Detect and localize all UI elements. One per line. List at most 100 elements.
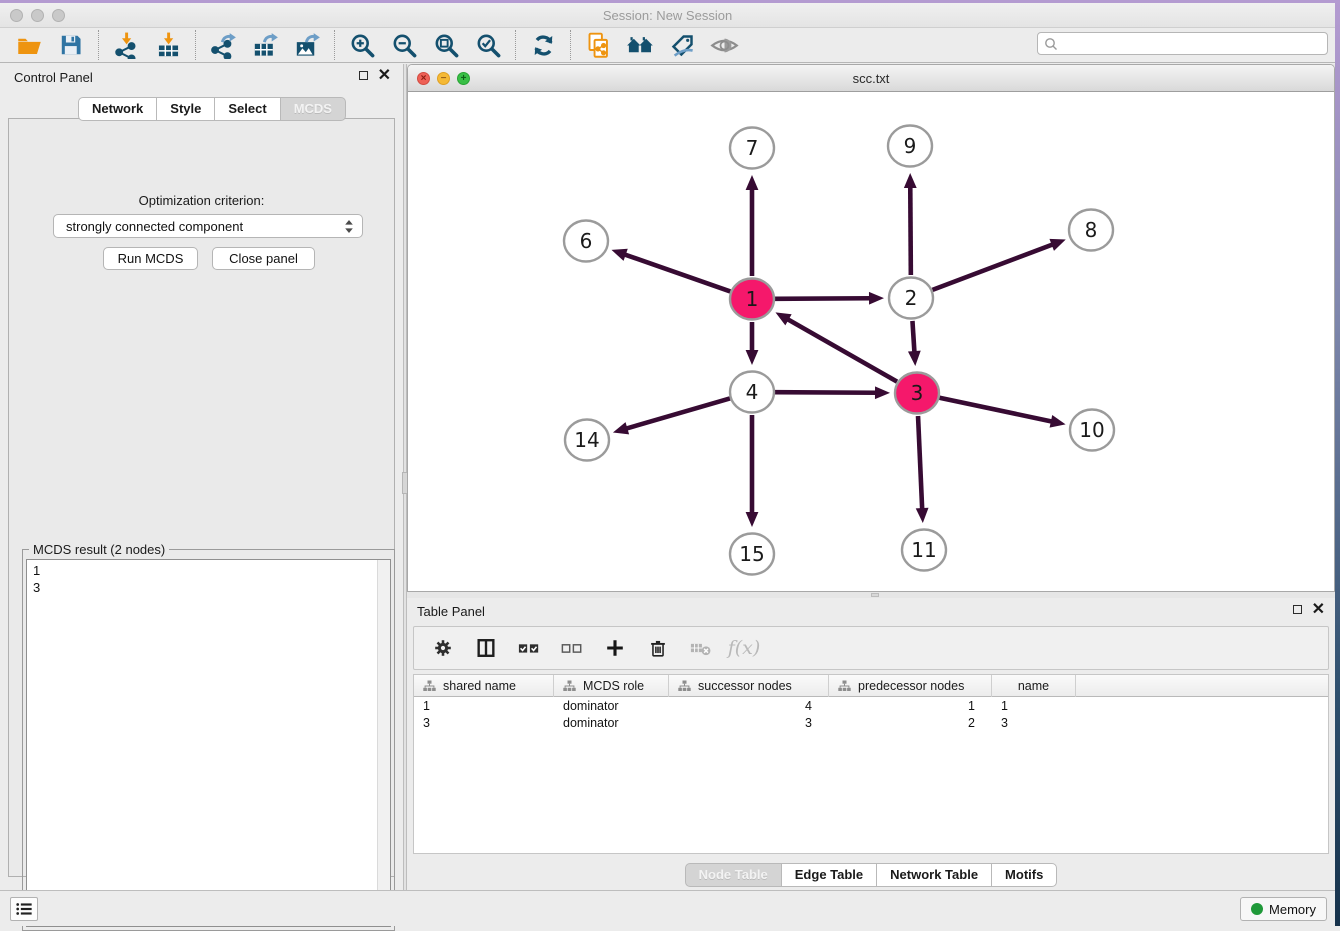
- node-3[interactable]: 3: [895, 373, 939, 414]
- node-8[interactable]: 8: [1069, 210, 1113, 251]
- edge-1-4[interactable]: [746, 322, 759, 365]
- column-header-shared-name[interactable]: shared name: [414, 675, 554, 697]
- node-1[interactable]: 1: [730, 279, 774, 320]
- edge-1-7[interactable]: [746, 175, 759, 276]
- mcds-result-area[interactable]: 1 3: [26, 559, 391, 927]
- edge-3-11[interactable]: [916, 416, 929, 523]
- svg-text:4: 4: [746, 380, 759, 404]
- column-header-name[interactable]: name: [992, 675, 1076, 697]
- horizontal-divider-grip[interactable]: [871, 593, 879, 597]
- node-9[interactable]: 9: [888, 126, 932, 167]
- export-image-button[interactable]: [286, 29, 328, 61]
- close-panel-icon[interactable]: ✕: [378, 70, 391, 81]
- delete-row-icon: [647, 637, 669, 659]
- table-cell: dominator: [554, 697, 669, 714]
- column-type-icon: [563, 680, 576, 692]
- save-session-button[interactable]: [50, 29, 92, 61]
- edge-2-3[interactable]: [908, 321, 921, 366]
- table-row[interactable]: 1dominator411: [414, 697, 1328, 714]
- node-10[interactable]: 10: [1070, 410, 1114, 451]
- export-table-icon: [252, 32, 279, 59]
- tab-style[interactable]: Style: [156, 97, 215, 121]
- svg-text:10: 10: [1079, 418, 1104, 442]
- tab-network[interactable]: Network: [78, 97, 157, 121]
- table-cell: dominator: [554, 714, 669, 731]
- tab-select[interactable]: Select: [214, 97, 280, 121]
- home-button[interactable]: [619, 29, 661, 61]
- column-header-mcds-role[interactable]: MCDS role: [554, 675, 669, 697]
- node-7[interactable]: 7: [730, 128, 774, 169]
- edge-4-14[interactable]: [613, 398, 730, 434]
- edge-1-6[interactable]: [611, 249, 730, 292]
- tab-network-table[interactable]: Network Table: [876, 863, 992, 887]
- table-row[interactable]: 3dominator323: [414, 714, 1328, 731]
- node-6[interactable]: 6: [564, 221, 608, 262]
- result-scrollbar[interactable]: [377, 560, 390, 926]
- tab-mcds[interactable]: MCDS: [280, 97, 346, 121]
- edge-2-9[interactable]: [904, 173, 917, 275]
- table-tabs: Node TableEdge TableNetwork TableMotifs: [407, 863, 1335, 887]
- select-all-icon: [517, 637, 541, 659]
- app-titlebar: Session: New Session: [0, 3, 1335, 28]
- split-view-button[interactable]: [473, 634, 499, 662]
- task-history-button[interactable]: [10, 897, 38, 921]
- clone-network-button[interactable]: [577, 29, 619, 61]
- search-input[interactable]: [1062, 34, 1327, 53]
- select-all-button[interactable]: [516, 634, 542, 662]
- export-network-button[interactable]: [202, 29, 244, 61]
- node-table: shared nameMCDS rolesuccessor nodesprede…: [413, 674, 1329, 854]
- gear-button[interactable]: [430, 634, 456, 662]
- fx-icon: f(x): [728, 637, 761, 659]
- network-canvas[interactable]: 7 9 6 8 1 2 4 3 14 10 15 11: [408, 92, 1334, 591]
- delete-row-button[interactable]: [645, 634, 671, 662]
- import-table-icon: [155, 32, 182, 59]
- import-network-button[interactable]: [105, 29, 147, 61]
- import-table-button[interactable]: [147, 29, 189, 61]
- table-close-panel-icon[interactable]: ✕: [1312, 604, 1325, 615]
- column-type-icon: [423, 680, 436, 692]
- edge-4-15[interactable]: [746, 415, 759, 527]
- table-cell: 3: [992, 714, 1076, 731]
- column-header-predecessor-nodes[interactable]: predecessor nodes: [829, 675, 992, 697]
- edge-1-2[interactable]: [775, 292, 884, 305]
- criterion-value: strongly connected component: [66, 219, 344, 234]
- zoom-selected-button[interactable]: [467, 29, 509, 61]
- node-11[interactable]: 11: [902, 530, 946, 571]
- network-window: × − + scc.txt 7968124314101511: [407, 64, 1335, 592]
- edge-2-8[interactable]: [933, 239, 1066, 290]
- search-field[interactable]: [1037, 32, 1328, 55]
- toolbar-separator: [570, 30, 571, 60]
- eye-button[interactable]: [703, 29, 745, 61]
- table-float-panel-icon[interactable]: [1293, 605, 1302, 614]
- export-image-icon: [294, 32, 321, 59]
- close-panel-button[interactable]: Close panel: [212, 247, 315, 270]
- control-panel-tabs: NetworkStyleSelectMCDS: [78, 97, 346, 121]
- column-header-successor-nodes[interactable]: successor nodes: [669, 675, 829, 697]
- refresh-button[interactable]: [522, 29, 564, 61]
- memory-button[interactable]: Memory: [1240, 897, 1327, 921]
- zoom-fit-button[interactable]: [425, 29, 467, 61]
- unselect-all-button[interactable]: [559, 634, 585, 662]
- node-2[interactable]: 2: [889, 278, 933, 319]
- toolbar-separator: [515, 30, 516, 60]
- table-panel-title: Table Panel: [417, 604, 485, 619]
- node-15[interactable]: 15: [730, 534, 774, 575]
- tab-edge-table[interactable]: Edge Table: [781, 863, 877, 887]
- add-row-button[interactable]: [602, 634, 628, 662]
- node-4[interactable]: 4: [730, 372, 774, 413]
- edge-4-3[interactable]: [775, 386, 890, 399]
- tab-motifs[interactable]: Motifs: [991, 863, 1057, 887]
- edge-3-10[interactable]: [940, 398, 1066, 428]
- export-table-button[interactable]: [244, 29, 286, 61]
- open-file-button[interactable]: [8, 29, 50, 61]
- hide-labels-button[interactable]: [661, 29, 703, 61]
- tab-node-table[interactable]: Node Table: [685, 863, 782, 887]
- node-14[interactable]: 14: [565, 420, 609, 461]
- zoom-in-button[interactable]: [341, 29, 383, 61]
- edge-3-1[interactable]: [775, 312, 897, 381]
- zoom-out-button[interactable]: [383, 29, 425, 61]
- stepper-arrows-icon: [344, 219, 354, 234]
- float-panel-icon[interactable]: [359, 71, 368, 80]
- criterion-select[interactable]: strongly connected component: [53, 214, 363, 238]
- run-mcds-button[interactable]: Run MCDS: [103, 247, 198, 270]
